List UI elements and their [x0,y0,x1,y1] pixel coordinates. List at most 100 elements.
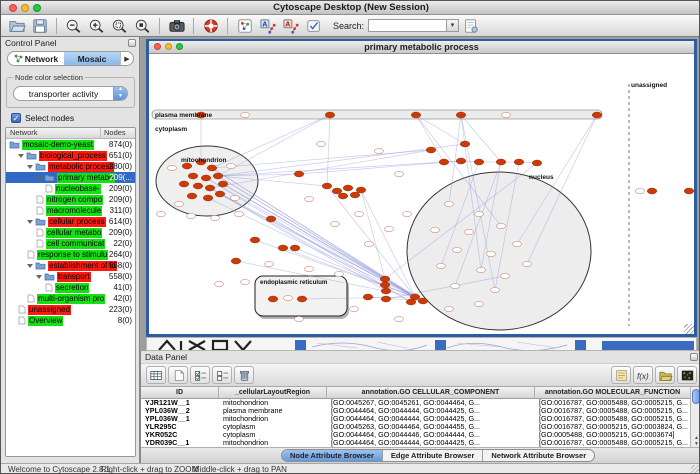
gene-node-outline[interactable] [445,306,454,311]
gene-node[interactable] [532,160,542,166]
gene-node[interactable] [231,258,241,264]
graphics-details-b-button[interactable]: A [280,17,301,35]
gene-node-outline[interactable] [168,165,177,170]
gene-node[interactable] [356,187,366,193]
gene-node[interactable] [325,112,335,118]
gene-node-outline[interactable] [375,148,384,153]
attribute-delete-button[interactable] [234,366,254,384]
attribute-unselect-all-button[interactable] [212,366,232,384]
plasma-membrane-region[interactable] [152,110,602,119]
tree-column-network[interactable]: Network [6,128,101,138]
gene-node-outline[interactable] [305,196,314,201]
gene-node[interactable] [250,237,260,243]
gene-node-outline[interactable] [395,171,404,176]
gene-node-outline[interactable] [437,263,446,268]
gene-node[interactable] [297,296,307,302]
open-session-button[interactable] [6,17,27,35]
gene-node[interactable] [187,193,197,199]
gene-node-outline[interactable] [445,201,454,206]
gene-node[interactable] [203,195,213,201]
gene-node[interactable] [514,159,524,165]
search-input[interactable] [368,19,446,32]
tree-row-secretion[interactable]: secretion41(0) [6,282,135,293]
tree-row-establishment-of-lo[interactable]: establishment of lo558(0) [6,260,135,271]
tree-row-overview[interactable]: Overview8(0) [6,315,135,326]
gene-node[interactable] [205,185,215,191]
more-tabs-arrow[interactable]: ▶ [120,52,133,65]
tree-row-metabolic-process[interactable]: metabolic process280(0) [6,161,135,172]
gene-node-outline[interactable] [487,251,496,256]
search-config-button[interactable] [460,17,481,35]
gene-node-outline[interactable] [355,211,364,216]
gene-node[interactable] [496,159,506,165]
gene-node-outline[interactable] [187,213,196,218]
table-row[interactable]: YDR039C__1mitochondrion[GO:0044464, GO:0… [141,439,691,447]
gene-node[interactable] [215,191,225,197]
gene-node[interactable] [266,216,276,222]
attribute-select-button[interactable] [146,366,166,384]
gene-node[interactable] [268,296,278,302]
save-session-button[interactable] [29,17,50,35]
gene-node[interactable] [179,181,189,187]
gene-node[interactable] [647,188,657,194]
tab-mosaic[interactable]: Mosaic [64,52,120,65]
gene-node-outline[interactable] [453,247,462,252]
node-color-dropdown[interactable]: transporter activity ▲▼ [13,86,128,101]
gene-node[interactable] [343,185,353,191]
tab-edge-attribute-browser[interactable]: Edge Attribute Browser [383,450,483,461]
gene-node[interactable] [406,299,416,305]
gene-node-outline[interactable] [295,316,304,321]
gene-node[interactable] [201,175,211,181]
tree-row-nucleobase-[interactable]: nucleobase-209(0) [6,183,135,194]
tab-network-attribute-browser[interactable]: Network Attribute Browser [483,450,594,461]
gene-node-outline[interactable] [350,306,359,311]
gene-node-outline[interactable] [475,301,484,306]
gene-node[interactable] [411,112,421,118]
gene-node-outline[interactable] [395,316,404,321]
gene-node-outline[interactable] [175,201,184,206]
tree-row-biological-process[interactable]: biological_process651(0) [6,150,135,161]
gene-node[interactable] [294,171,304,177]
gene-node-outline[interactable] [235,211,244,216]
table-scrollbar[interactable]: ▲▼ [690,387,700,447]
tree-row-nitrogen-compo[interactable]: nitrogen compo209(0) [6,194,135,205]
edge[interactable] [416,115,444,162]
zoom-out-button[interactable] [63,17,84,35]
manual-layout-button[interactable] [303,17,324,35]
nucleus-region[interactable] [407,172,591,330]
edge[interactable] [461,115,501,162]
gene-node[interactable] [381,296,391,302]
gene-node-outline[interactable] [211,215,220,220]
search-dropdown-arrow[interactable]: ▾ [446,19,459,32]
gene-node-outline[interactable] [215,281,224,286]
table-row[interactable]: YJR121W__1mitochondrion[GO:0045267, GO:0… [141,399,691,407]
gene-node[interactable] [290,245,300,251]
gene-node-outline[interactable] [365,241,374,246]
attribute-matrix-button[interactable] [677,366,697,384]
gene-node-outline[interactable] [501,273,510,278]
gene-node[interactable] [426,147,436,153]
column-header-0[interactable]: ID [141,387,219,398]
expand-triangle-icon[interactable] [27,264,33,268]
column-header-2[interactable]: annotation.GO CELLULAR_COMPONENT [327,387,535,398]
gene-node-outline[interactable] [477,267,486,272]
window-resize-grip[interactable] [684,324,694,334]
gene-node[interactable] [218,181,228,187]
gene-node-outline[interactable] [331,221,340,226]
zoom-fit-content-button[interactable] [132,17,153,35]
gene-node-outline[interactable] [491,287,500,292]
formula-builder-button[interactable]: f(x) [633,366,653,384]
gene-node-outline[interactable] [636,188,645,193]
gene-node[interactable] [350,192,360,198]
tree-row-cellular-process[interactable]: cellular process614(0) [6,216,135,227]
gene-node-outline[interactable] [241,279,250,284]
edge[interactable] [223,184,385,279]
expand-triangle-icon[interactable] [36,275,42,279]
gene-node[interactable] [456,112,466,118]
table-row[interactable]: YKR052Ccytoplasm[GO:0044464, GO:0044446,… [141,431,691,439]
gene-node-outline[interactable] [513,241,522,246]
notes-button[interactable] [611,366,631,384]
tree-row-transport[interactable]: transport558(0) [6,271,135,282]
gene-node[interactable] [207,165,217,171]
scrollbar-thumb[interactable] [692,389,700,404]
